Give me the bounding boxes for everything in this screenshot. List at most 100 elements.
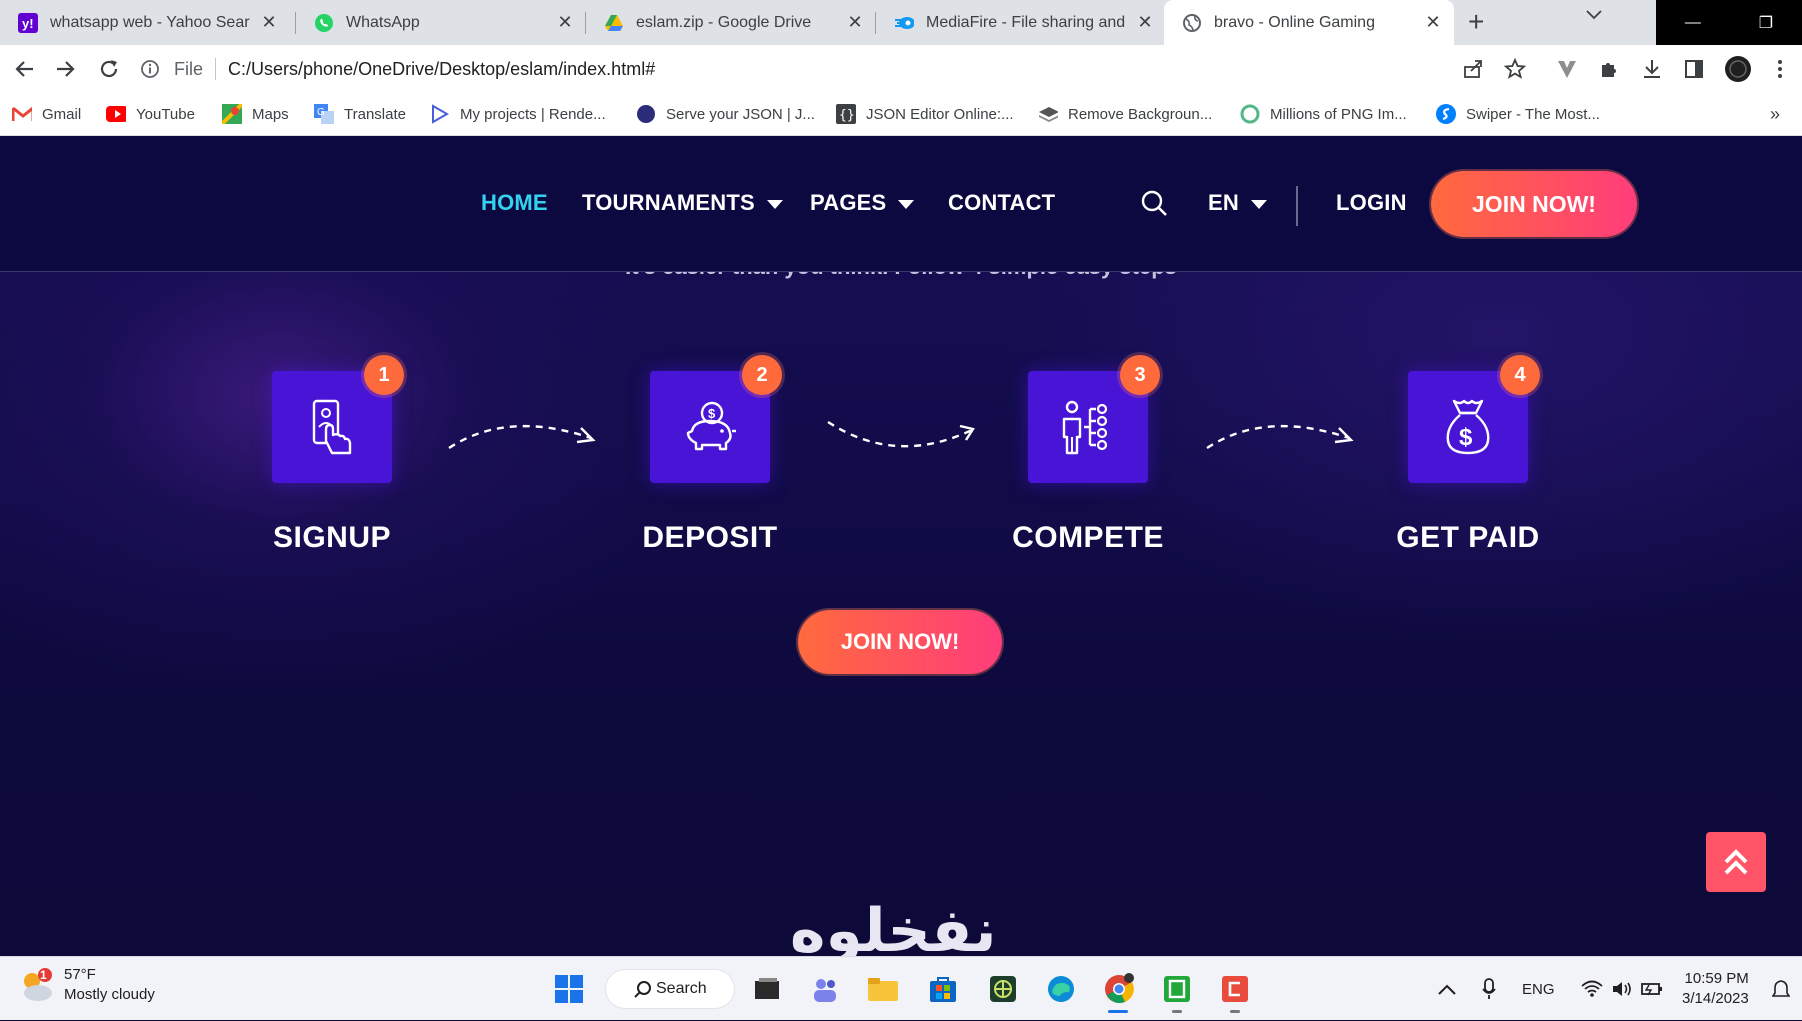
pngtree-icon [1240, 104, 1260, 124]
bookmark-remove-bg[interactable]: Remove Backgroun... [1038, 103, 1212, 125]
chrome-browser-icon[interactable] [1102, 972, 1136, 1013]
new-tab-button[interactable]: + [1468, 6, 1484, 38]
wifi-icon[interactable] [1580, 980, 1603, 998]
search-icon[interactable] [1140, 189, 1168, 217]
forward-arrow-icon[interactable] [52, 55, 80, 83]
nav-join-button[interactable]: JOIN NOW! [1431, 171, 1637, 237]
bookmark-translate[interactable]: G Translate [314, 103, 406, 125]
app-icon-green[interactable] [1160, 972, 1194, 1013]
phone-tap-icon [312, 399, 352, 455]
minimize-icon[interactable]: — [1685, 14, 1701, 32]
nav-contact[interactable]: CONTACT [948, 190, 1055, 216]
tab-bravo-active[interactable]: bravo - Online Gaming ✕ [1164, 0, 1454, 45]
tab-mediafire[interactable]: MediaFire - File sharing and ✕ [876, 0, 1166, 45]
teams-chat-icon[interactable] [808, 972, 842, 1006]
profile-avatar[interactable] [1724, 55, 1752, 83]
svg-text:G: G [317, 107, 325, 118]
nav-tournaments-label: TOURNAMENTS [582, 190, 755, 215]
windows-start-icon[interactable] [552, 972, 586, 1006]
piggy-bank-icon: $ [686, 401, 736, 451]
edge-browser-icon[interactable] [1044, 972, 1078, 1006]
nav-pages[interactable]: PAGES [810, 190, 915, 216]
vpn-extension-icon[interactable] [1553, 55, 1581, 83]
active-app-indicator [1108, 1010, 1128, 1013]
bookmark-youtube[interactable]: YouTube [106, 103, 195, 125]
download-icon[interactable] [1638, 55, 1666, 83]
scroll-to-top-button[interactable] [1706, 832, 1766, 892]
app-icon-red[interactable] [1218, 972, 1252, 1013]
dashed-arrow-icon [1206, 425, 1354, 450]
json-server-icon [636, 104, 656, 124]
bookmark-gmail[interactable]: Gmail [12, 103, 81, 125]
side-panel-icon[interactable] [1680, 55, 1708, 83]
protocol-label: File [174, 58, 204, 79]
clock-date: 3/14/2023 [1682, 990, 1749, 1007]
taskbar-search[interactable]: Search [606, 970, 734, 1008]
back-arrow-icon[interactable] [10, 55, 38, 83]
step-label: DEPOSIT [642, 521, 778, 554]
info-icon[interactable] [140, 59, 160, 79]
step-compete: 3 COMPETE [968, 355, 1208, 571]
chevron-up-icon[interactable] [1438, 983, 1456, 995]
volume-icon[interactable] [1611, 980, 1633, 998]
app-icon-dark[interactable] [986, 972, 1020, 1006]
youtube-icon [106, 104, 126, 124]
window-controls: — ❐ [1656, 0, 1802, 45]
microsoft-store-icon[interactable] [926, 972, 960, 1006]
tab-title: WhatsApp [346, 13, 420, 31]
url-text[interactable]: C:/Users/phone/OneDrive/Desktop/eslam/in… [228, 59, 655, 80]
restore-icon[interactable]: ❐ [1759, 13, 1773, 33]
close-tab-icon[interactable]: ✕ [258, 12, 280, 33]
search-icon [634, 980, 652, 998]
omnibox-divider [215, 58, 217, 80]
bookmark-label: JSON Editor Online:... [866, 105, 1014, 123]
step-number-badge: 1 [364, 355, 404, 395]
close-tab-icon[interactable]: ✕ [1134, 12, 1156, 33]
tab-search-chevron-icon[interactable] [1586, 10, 1602, 20]
extensions-puzzle-icon[interactable] [1595, 55, 1623, 83]
bookmark-png[interactable]: Millions of PNG Im... [1240, 103, 1407, 125]
weather-widget[interactable]: 1 57°F Mostly cloudy [18, 965, 155, 1005]
share-icon[interactable] [1459, 55, 1487, 83]
bookmark-label: My projects | Rende... [460, 105, 606, 123]
swiper-icon [1436, 104, 1456, 124]
tab-title: eslam.zip - Google Drive [636, 13, 812, 31]
yahoo-icon: y! [18, 12, 38, 33]
address-bar[interactable]: File C:/Users/phone/OneDrive/Desktop/esl… [140, 51, 1500, 87]
bookmark-render[interactable]: My projects | Rende... [430, 103, 606, 125]
nav-tournaments[interactable]: TOURNAMENTS [582, 190, 783, 216]
system-tray: ENG [1438, 957, 1663, 1021]
nav-home[interactable]: HOME [481, 190, 548, 216]
close-tab-icon[interactable]: ✕ [844, 12, 866, 33]
bookmark-serve-json[interactable]: Serve your JSON | J... [636, 103, 815, 125]
cta-join-button[interactable]: JOIN NOW! [798, 610, 1002, 674]
system-clock[interactable]: 10:59 PM 3/14/2023 [1682, 969, 1749, 1009]
site-navbar: HOME TOURNAMENTS PAGES CONTACT EN LOGIN … [0, 136, 1802, 272]
microphone-icon[interactable] [1482, 978, 1496, 1000]
browser-toolbar: File C:/Users/phone/OneDrive/Desktop/esl… [0, 45, 1802, 93]
bookmark-maps[interactable]: Maps [222, 103, 289, 125]
bookmark-json-editor[interactable]: {} JSON Editor Online:... [836, 103, 1014, 125]
reload-icon[interactable] [95, 55, 123, 83]
step-get-paid: $ 4 GET PAID [1348, 355, 1588, 571]
tab-yahoo-search[interactable]: y! whatsapp web - Yahoo Search ✕ [0, 0, 290, 45]
file-explorer-icon[interactable] [866, 972, 900, 1006]
bookmark-star-icon[interactable] [1501, 55, 1529, 83]
close-tab-icon[interactable]: ✕ [1422, 12, 1444, 33]
nav-login[interactable]: LOGIN [1336, 190, 1407, 216]
language-label: EN [1208, 190, 1239, 215]
close-tab-icon[interactable]: ✕ [554, 12, 576, 33]
menu-kebab-icon[interactable] [1766, 55, 1794, 83]
bookmarks-overflow-chevron-icon[interactable]: » [1770, 103, 1780, 125]
notification-icon[interactable] [1772, 979, 1790, 999]
task-view-icon[interactable] [750, 972, 784, 1006]
tab-google-drive[interactable]: eslam.zip - Google Drive ✕ [586, 0, 876, 45]
input-language[interactable]: ENG [1522, 981, 1555, 998]
step-label: COMPETE [1012, 521, 1164, 554]
bookmark-swiper[interactable]: Swiper - The Most... [1436, 103, 1600, 125]
battery-icon[interactable] [1640, 981, 1663, 997]
weather-badge: 1 [40, 968, 47, 982]
tab-whatsapp[interactable]: WhatsApp ✕ [296, 0, 586, 45]
remove-bg-icon [1038, 104, 1058, 124]
language-selector[interactable]: EN [1208, 190, 1267, 216]
